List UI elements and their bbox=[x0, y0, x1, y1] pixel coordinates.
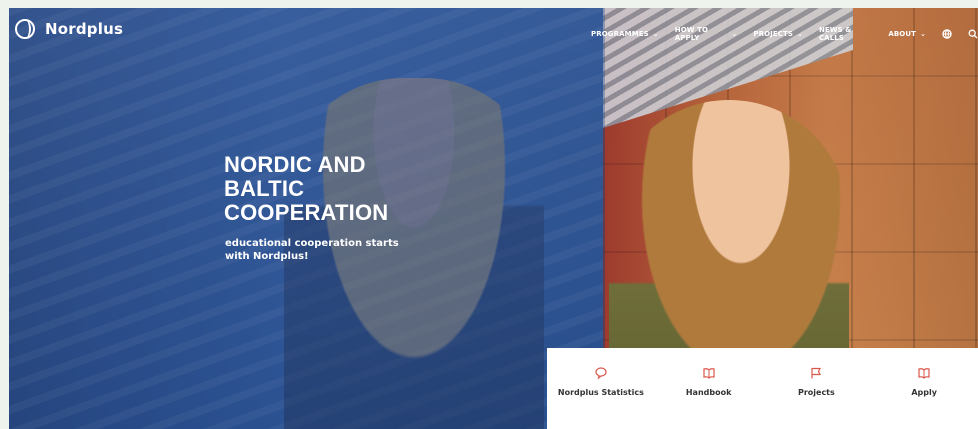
book-icon bbox=[918, 368, 930, 379]
quick-link-statistics[interactable]: Nordplus Statistics bbox=[551, 366, 651, 397]
chevron-down-icon: ⌄ bbox=[920, 30, 926, 38]
quick-link-apply[interactable]: Apply bbox=[874, 366, 974, 397]
chat-bubble-icon bbox=[595, 367, 607, 380]
main-nav: PROGRAMMES ⌄ HOW TO APPLY ⌄ PROJECTS ⌄ N… bbox=[591, 26, 978, 42]
quick-link-handbook[interactable]: Handbook bbox=[659, 366, 759, 397]
search-icon[interactable] bbox=[968, 29, 978, 39]
nav-how-to-apply-label: HOW TO APPLY bbox=[674, 26, 709, 42]
quick-link-apply-label: Apply bbox=[911, 388, 937, 397]
nav-about-label: ABOUT bbox=[888, 30, 917, 38]
nordplus-logo-icon bbox=[15, 19, 35, 39]
quick-link-statistics-label: Nordplus Statistics bbox=[557, 388, 644, 397]
nav-news-calls[interactable]: NEWS & CALLS bbox=[819, 26, 872, 42]
quick-link-projects-label: Projects bbox=[797, 388, 835, 397]
nav-projects-label: PROJECTS bbox=[753, 30, 793, 38]
nav-programmes-label: PROGRAMMES bbox=[591, 30, 649, 38]
quick-link-projects[interactable]: Projects bbox=[766, 366, 866, 397]
hero-title: NORDIC AND BALTIC COOPERATION bbox=[224, 152, 389, 225]
chevron-down-icon: ⌄ bbox=[731, 30, 738, 38]
nav-programmes[interactable]: PROGRAMMES ⌄ bbox=[591, 30, 659, 38]
chevron-down-icon: ⌄ bbox=[796, 30, 803, 38]
nav-about[interactable]: ABOUT ⌄ bbox=[888, 30, 926, 38]
nav-projects[interactable]: PROJECTS ⌄ bbox=[753, 30, 803, 38]
nav-how-to-apply[interactable]: HOW TO APPLY ⌄ bbox=[675, 26, 738, 42]
hero-frame: Nordplus PROGRAMMES ⌄ HOW TO APPLY ⌄ PRO… bbox=[9, 8, 978, 429]
flag-icon bbox=[811, 367, 822, 379]
book-icon bbox=[703, 368, 715, 379]
chevron-down-icon: ⌄ bbox=[652, 30, 659, 38]
nav-news-calls-label: NEWS & CALLS bbox=[818, 26, 852, 42]
site-logo[interactable]: Nordplus bbox=[15, 19, 123, 39]
hero-subtitle: educational cooperation starts with Nord… bbox=[225, 238, 399, 262]
globe-icon[interactable] bbox=[942, 29, 952, 39]
quick-link-handbook-label: Handbook bbox=[685, 388, 732, 397]
quick-links-panel: Nordplus Statistics Handbook Projects Ap… bbox=[547, 348, 978, 429]
site-name: Nordplus bbox=[45, 20, 124, 38]
